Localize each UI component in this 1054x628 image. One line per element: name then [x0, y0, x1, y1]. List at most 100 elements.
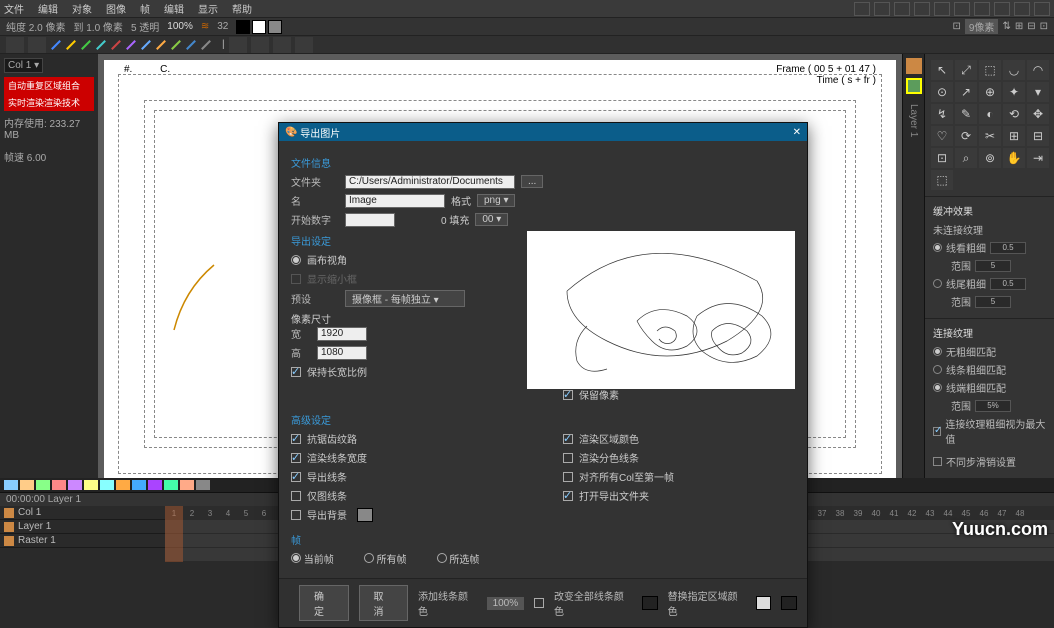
tool-3[interactable]: ◡ [1003, 60, 1025, 80]
opacity-pct[interactable]: 100% [487, 597, 525, 610]
pal-13[interactable] [196, 480, 210, 490]
align-first-check[interactable] [563, 472, 573, 482]
brush-color-8[interactable] [171, 40, 181, 50]
pal-9[interactable] [132, 480, 146, 490]
menu-help[interactable]: 帮助 [232, 1, 252, 16]
preset-select[interactable]: 摄像框 - 每帧独立 ▾ [345, 290, 465, 307]
app-icon-4[interactable] [914, 2, 930, 16]
zoom-display[interactable]: 100% [167, 21, 193, 32]
pal-1[interactable] [4, 480, 18, 490]
app-icon-6[interactable] [954, 2, 970, 16]
pal-5[interactable] [68, 480, 82, 490]
track-layer1[interactable]: Layer 1 [0, 520, 165, 534]
tool-10[interactable]: ↯ [931, 104, 953, 124]
range-val-1[interactable]: 5 [975, 260, 1011, 272]
tool-8[interactable]: ✦ [1003, 82, 1025, 102]
tool-17[interactable]: ✂ [979, 126, 1001, 146]
tail-weight-val[interactable]: 0.5 [990, 278, 1026, 290]
cancel-button[interactable]: 取消 [359, 585, 409, 621]
app-icon-2[interactable] [874, 2, 890, 16]
app-icon-9[interactable] [1014, 2, 1030, 16]
line-weight-radio[interactable] [933, 243, 942, 252]
brush-color-5[interactable] [126, 40, 136, 50]
swatch-black[interactable] [236, 20, 250, 34]
swatch-gray[interactable] [268, 20, 282, 34]
change-all-check[interactable] [534, 598, 544, 608]
tool-opt-1[interactable]: ⇅ [1002, 21, 1010, 32]
pal-4[interactable] [52, 480, 66, 490]
paper-view-radio[interactable] [291, 255, 301, 265]
width-input[interactable] [317, 327, 367, 341]
app-icon-7[interactable] [974, 2, 990, 16]
format-select[interactable]: png ▾ [477, 194, 515, 207]
brush-color-7[interactable] [156, 40, 166, 50]
brush-color-4[interactable] [111, 40, 121, 50]
brush-color-9[interactable] [186, 40, 196, 50]
layer-thumb-2[interactable] [906, 78, 922, 94]
menu-edit[interactable]: 编辑 [38, 1, 58, 16]
brush-color-2[interactable] [81, 40, 91, 50]
export-lines-check[interactable] [291, 472, 301, 482]
dialog-title-bar[interactable]: 🎨 导出图片 ✕ [279, 123, 807, 141]
tool-21[interactable]: ⌕ [955, 148, 977, 168]
tool-24[interactable]: ⇥ [1027, 148, 1049, 168]
app-icon-8[interactable] [994, 2, 1010, 16]
brush-tool-2[interactable] [28, 37, 46, 53]
pad-select[interactable]: 00 ▾ [475, 213, 508, 226]
swatch-white[interactable] [252, 20, 266, 34]
tool-2[interactable]: ⬚ [979, 60, 1001, 80]
line-color-swatch[interactable] [642, 596, 658, 610]
app-icon-10[interactable] [1034, 2, 1050, 16]
menu-image[interactable]: 图像 [106, 1, 126, 16]
pal-7[interactable] [100, 480, 114, 490]
menu-file[interactable]: 文件 [4, 1, 24, 16]
lock-icon[interactable]: ⊡ [952, 21, 960, 32]
brush-mode-2[interactable] [251, 37, 269, 53]
texture-icon[interactable]: ≋ [201, 21, 209, 32]
brush-tool-1[interactable] [6, 37, 24, 53]
playhead[interactable] [165, 506, 183, 562]
name-input[interactable] [345, 194, 445, 208]
render-region-check[interactable] [563, 434, 573, 444]
pal-6[interactable] [84, 480, 98, 490]
brush-color-3[interactable] [96, 40, 106, 50]
menu-object[interactable]: 对象 [72, 1, 92, 16]
height-input[interactable] [317, 346, 367, 360]
tool-5[interactable]: ⊙ [931, 82, 953, 102]
range-val-3[interactable]: 5% [975, 400, 1011, 412]
pal-10[interactable] [148, 480, 162, 490]
tool-11[interactable]: ✎ [955, 104, 977, 124]
bg-color-swatch[interactable] [357, 508, 373, 522]
tool-1[interactable]: ⤢ [955, 60, 977, 80]
brush-mode-1[interactable] [229, 37, 247, 53]
tool-20[interactable]: ⊡ [931, 148, 953, 168]
keep-pixels-check[interactable] [563, 390, 573, 400]
only-lines-check[interactable] [291, 491, 301, 501]
export-bg-check[interactable] [291, 510, 301, 520]
tool-opt-4[interactable]: ⊡ [1040, 21, 1048, 32]
end-match-radio[interactable] [933, 383, 942, 392]
track-col1[interactable]: Col 1 [0, 506, 165, 520]
no-match-radio[interactable] [933, 347, 942, 356]
no-sync-check[interactable] [933, 457, 942, 466]
pal-2[interactable] [20, 480, 34, 490]
brush-mode-3[interactable] [273, 37, 291, 53]
brush-mode-4[interactable] [295, 37, 313, 53]
menu-edit2[interactable]: 编辑 [164, 1, 184, 16]
line-match-radio[interactable] [933, 365, 942, 374]
app-icon-5[interactable] [934, 2, 950, 16]
tool-0[interactable]: ↖ [931, 60, 953, 80]
startnum-input[interactable] [345, 213, 395, 227]
tool-15[interactable]: ♡ [931, 126, 953, 146]
tool-9[interactable]: ▾ [1027, 82, 1049, 102]
pal-8[interactable] [116, 480, 130, 490]
tail-weight-radio[interactable] [933, 279, 942, 288]
tool-14[interactable]: ✥ [1027, 104, 1049, 124]
layer-thumb-1[interactable] [906, 58, 922, 74]
tool-13[interactable]: ⟲ [1003, 104, 1025, 124]
open-after-check[interactable] [563, 491, 573, 501]
render-sep-check[interactable] [563, 453, 573, 463]
tool-16[interactable]: ⟳ [955, 126, 977, 146]
menu-frame[interactable]: 帧 [140, 1, 150, 16]
tool-opt-3[interactable]: ⊟ [1027, 21, 1035, 32]
